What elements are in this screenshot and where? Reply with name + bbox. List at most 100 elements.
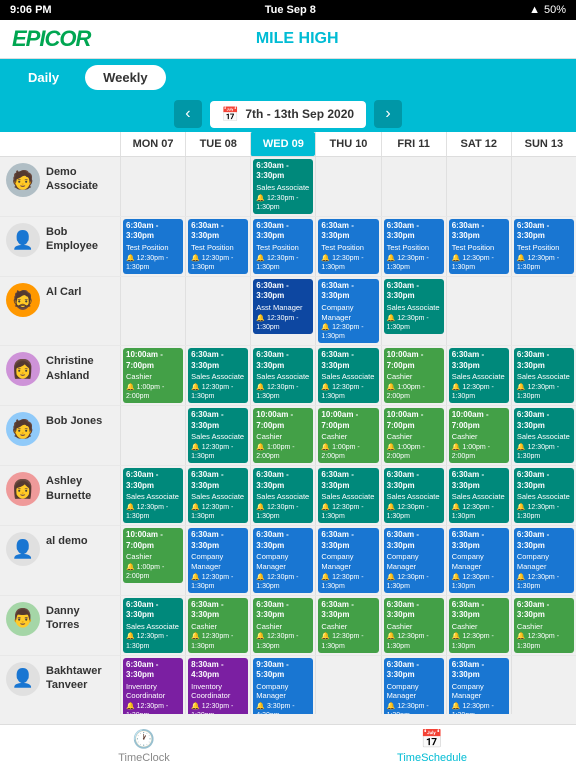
schedule-cell[interactable]: 6:30am - 3:30pmCashier🔔 12:30pm - 1:30pm (381, 596, 446, 655)
schedule-cell[interactable]: 10:00am - 7:00pmCashier🔔 1:00pm - 2:00pm (250, 406, 315, 465)
shift-block[interactable]: 6:30am - 3:30pmTest Position🔔 12:30pm - … (384, 219, 444, 274)
shift-block[interactable]: 6:30am - 3:30pmCashier🔔 12:30pm - 1:30pm (384, 598, 444, 653)
schedule-cell[interactable] (120, 157, 185, 216)
schedule-cell[interactable]: 10:00am - 7:00pmCashier🔔 1:00pm - 2:00pm (315, 406, 380, 465)
employee-info[interactable]: 👤al demo (0, 526, 120, 594)
schedule-cell[interactable]: 6:30am - 3:30pmSales Associate🔔 12:30pm … (446, 346, 511, 405)
schedule-cell[interactable]: 6:30am - 3:30pmCompany Manager🔔 12:30pm … (446, 526, 511, 594)
schedule-cell[interactable]: 6:30am - 3:30pmTest Position🔔 12:30pm - … (250, 217, 315, 276)
schedule-cell[interactable]: 6:30am - 3:30pmTest Position🔔 12:30pm - … (381, 217, 446, 276)
shift-block[interactable]: 6:30am - 3:30pmTest Position🔔 12:30pm - … (253, 219, 313, 274)
schedule-cell[interactable]: 6:30am - 3:30pmCashier🔔 12:30pm - 1:30pm (185, 596, 250, 655)
schedule-cell[interactable]: 6:30am - 3:30pmTest Position🔔 12:30pm - … (511, 217, 576, 276)
schedule-cell[interactable]: 6:30am - 3:30pmCompany Manager🔔 12:30pm … (381, 526, 446, 594)
shift-block[interactable]: 6:30am - 3:30pmSales Associate🔔 12:30pm … (318, 468, 378, 523)
schedule-cell[interactable] (315, 157, 380, 216)
shift-block[interactable]: 6:30am - 3:30pmCompany Manager🔔 12:30pm … (449, 658, 509, 714)
shift-block[interactable]: 6:30am - 3:30pmCompany Manager🔔 12:30pm … (514, 528, 574, 592)
schedule-cell[interactable] (120, 406, 185, 465)
shift-block[interactable]: 10:00am - 7:00pmCashier🔔 1:00pm - 2:00pm (449, 408, 509, 463)
shift-block[interactable]: 6:30am - 3:30pmTest Position🔔 12:30pm - … (123, 219, 183, 274)
schedule-cell[interactable]: 6:30am - 3:30pmCashier🔔 12:30pm - 1:30pm (511, 596, 576, 655)
schedule-cell[interactable]: 6:30am - 3:30pmCompany Manager🔔 12:30pm … (511, 526, 576, 594)
shift-block[interactable]: 6:30am - 3:30pmSales Associate🔔 12:30pm … (449, 468, 509, 523)
shift-block[interactable]: 6:30am - 3:30pmCashier🔔 12:30pm - 1:30pm (188, 598, 248, 653)
shift-block[interactable]: 6:30am - 3:30pmSales Associate🔔 12:30pm … (514, 468, 574, 523)
schedule-cell[interactable]: 6:30am - 3:30pmSales Associate🔔 12:30pm … (185, 406, 250, 465)
employee-info[interactable]: 👩Christine Ashland (0, 346, 120, 405)
employee-info[interactable]: 🧑Bob Jones (0, 406, 120, 465)
shift-block[interactable]: 6:30am - 3:30pmTest Position🔔 12:30pm - … (449, 219, 509, 274)
shift-block[interactable]: 6:30am - 3:30pmCashier🔔 12:30pm - 1:30pm (449, 598, 509, 653)
shift-block[interactable]: 10:00am - 7:00pmCashier🔔 1:00pm - 2:00pm (318, 408, 378, 463)
shift-block[interactable]: 6:30am - 3:30pmSales Associate🔔 12:30pm … (253, 159, 313, 214)
schedule-cell[interactable] (446, 277, 511, 345)
employee-info[interactable]: 👤Bakhtawer Tanveer (0, 656, 120, 714)
prev-week-button[interactable]: ‹ (174, 100, 202, 128)
shift-block[interactable]: 6:30am - 3:30pmAsst Manager🔔 12:30pm - 1… (253, 279, 313, 334)
shift-block[interactable]: 10:00am - 7:00pmCashier🔔 1:00pm - 2:00pm (384, 348, 444, 403)
schedule-cell[interactable] (446, 157, 511, 216)
schedule-cell[interactable] (381, 157, 446, 216)
shift-block[interactable]: 10:00am - 7:00pmCashier🔔 1:00pm - 2:00pm (123, 528, 183, 583)
employee-info[interactable]: 👤Bob Employee (0, 217, 120, 276)
shift-block[interactable]: 6:30am - 3:30pmSales Associate🔔 12:30pm … (318, 348, 378, 403)
shift-block[interactable]: 10:00am - 7:00pmCashier🔔 1:00pm - 2:00pm (384, 408, 444, 463)
schedule-cell[interactable]: 10:00am - 7:00pmCashier🔔 1:00pm - 2:00pm (120, 346, 185, 405)
schedule-cell[interactable]: 6:30am - 3:30pmSales Associate🔔 12:30pm … (185, 466, 250, 525)
schedule-cell[interactable]: 6:30am - 3:30pmTest Position🔔 12:30pm - … (185, 217, 250, 276)
shift-block[interactable]: 6:30am - 3:30pmSales Associate🔔 12:30pm … (188, 468, 248, 523)
schedule-cell[interactable] (185, 157, 250, 216)
schedule-cell[interactable]: 6:30am - 3:30pmAsst Manager🔔 12:30pm - 1… (250, 277, 315, 345)
shift-block[interactable]: 6:30am - 3:30pmCashier🔔 12:30pm - 1:30pm (253, 598, 313, 653)
shift-block[interactable]: 6:30am - 3:30pmTest Position🔔 12:30pm - … (188, 219, 248, 274)
schedule-cell[interactable]: 6:30am - 3:30pmSales Associate🔔 12:30pm … (250, 346, 315, 405)
schedule-cell[interactable]: 6:30am - 3:30pmCashier🔔 12:30pm - 1:30pm (446, 596, 511, 655)
schedule-cell[interactable]: 6:30am - 3:30pmSales Associate🔔 12:30pm … (511, 406, 576, 465)
timeschedule-nav-item[interactable]: 📅 TimeSchedule (288, 725, 576, 768)
employee-info[interactable]: 🧑Demo Associate (0, 157, 120, 216)
schedule-cell[interactable]: 6:30am - 3:30pmSales Associate🔔 12:30pm … (381, 466, 446, 525)
schedule-cell[interactable]: 10:00am - 7:00pmCashier🔔 1:00pm - 2:00pm (446, 406, 511, 465)
schedule-cell[interactable] (511, 656, 576, 714)
tab-daily[interactable]: Daily (10, 65, 77, 90)
schedule-cell[interactable]: 6:30am - 3:30pmCashier🔔 12:30pm - 1:30pm (250, 596, 315, 655)
shift-block[interactable]: 6:30am - 3:30pmCompany Manager🔔 12:30pm … (188, 528, 248, 592)
schedule-cell[interactable]: 6:30am - 3:30pmSales Associate🔔 12:30pm … (250, 466, 315, 525)
schedule-cell[interactable]: 10:00am - 7:00pmCashier🔔 1:00pm - 2:00pm (120, 526, 185, 594)
tab-weekly[interactable]: Weekly (85, 65, 166, 90)
schedule-cell[interactable]: 6:30am - 3:30pmCompany Manager🔔 12:30pm … (381, 656, 446, 714)
shift-block[interactable]: 10:00am - 7:00pmCashier🔔 1:00pm - 2:00pm (123, 348, 183, 403)
schedule-cell[interactable]: 6:30am - 3:30pmSales Associate🔔 12:30pm … (315, 346, 380, 405)
shift-block[interactable]: 6:30am - 3:30pmCompany Manager🔔 12:30pm … (318, 528, 378, 592)
schedule-cell[interactable]: 6:30am - 3:30pmTest Position🔔 12:30pm - … (120, 217, 185, 276)
schedule-cell[interactable]: 6:30am - 3:30pmSales Associate🔔 12:30pm … (446, 466, 511, 525)
employee-info[interactable]: 👨Danny Torres (0, 596, 120, 655)
schedule-cell[interactable] (120, 277, 185, 345)
shift-block[interactable]: 6:30am - 3:30pmTest Position🔔 12:30pm - … (514, 219, 574, 274)
shift-block[interactable]: 6:30am - 3:30pmCompany Manager🔔 12:30pm … (318, 279, 378, 343)
schedule-cell[interactable] (315, 656, 380, 714)
schedule-cell[interactable]: 6:30am - 3:30pmSales Associate🔔 12:30pm … (511, 466, 576, 525)
schedule-cell[interactable]: 9:30am - 5:30pmCompany Manager🔔 3:30pm -… (250, 656, 315, 714)
shift-block[interactable]: 6:30am - 3:30pmSales Associate🔔 12:30pm … (253, 348, 313, 403)
shift-block[interactable]: 6:30am - 3:30pmSales Associate🔔 12:30pm … (123, 598, 183, 653)
schedule-cell[interactable]: 6:30am - 3:30pmCashier🔔 12:30pm - 1:30pm (315, 596, 380, 655)
next-week-button[interactable]: › (374, 100, 402, 128)
shift-block[interactable]: 6:30am - 3:30pmSales Associate🔔 12:30pm … (514, 408, 574, 463)
schedule-cell[interactable]: 6:30am - 3:30pmCompany Manager🔔 12:30pm … (250, 526, 315, 594)
timeclock-nav-item[interactable]: 🕐 TimeClock (0, 725, 288, 768)
schedule-cell[interactable]: 6:30am - 3:30pmTest Position🔔 12:30pm - … (315, 217, 380, 276)
schedule-cell[interactable]: 6:30am - 3:30pmCompany Manager🔔 12:30pm … (315, 277, 380, 345)
schedule-cell[interactable]: 6:30am - 3:30pmSales Associate🔔 12:30pm … (381, 277, 446, 345)
shift-block[interactable]: 6:30am - 3:30pmCashier🔔 12:30pm - 1:30pm (514, 598, 574, 653)
shift-block[interactable]: 6:30am - 3:30pmSales Associate🔔 12:30pm … (384, 468, 444, 523)
schedule-cell[interactable] (511, 157, 576, 216)
shift-block[interactable]: 6:30am - 3:30pmCashier🔔 12:30pm - 1:30pm (318, 598, 378, 653)
shift-block[interactable]: 6:30am - 3:30pmSales Associate🔔 12:30pm … (253, 468, 313, 523)
shift-block[interactable]: 6:30am - 3:30pmCompany Manager🔔 12:30pm … (449, 528, 509, 592)
schedule-cell[interactable]: 6:30am - 3:30pmSales Associate🔔 12:30pm … (120, 466, 185, 525)
schedule-cell[interactable]: 6:30am - 3:30pmSales Associate🔔 12:30pm … (185, 346, 250, 405)
shift-block[interactable]: 6:30am - 3:30pmTest Position🔔 12:30pm - … (318, 219, 378, 274)
schedule-cell[interactable]: 10:00am - 7:00pmCashier🔔 1:00pm - 2:00pm (381, 346, 446, 405)
